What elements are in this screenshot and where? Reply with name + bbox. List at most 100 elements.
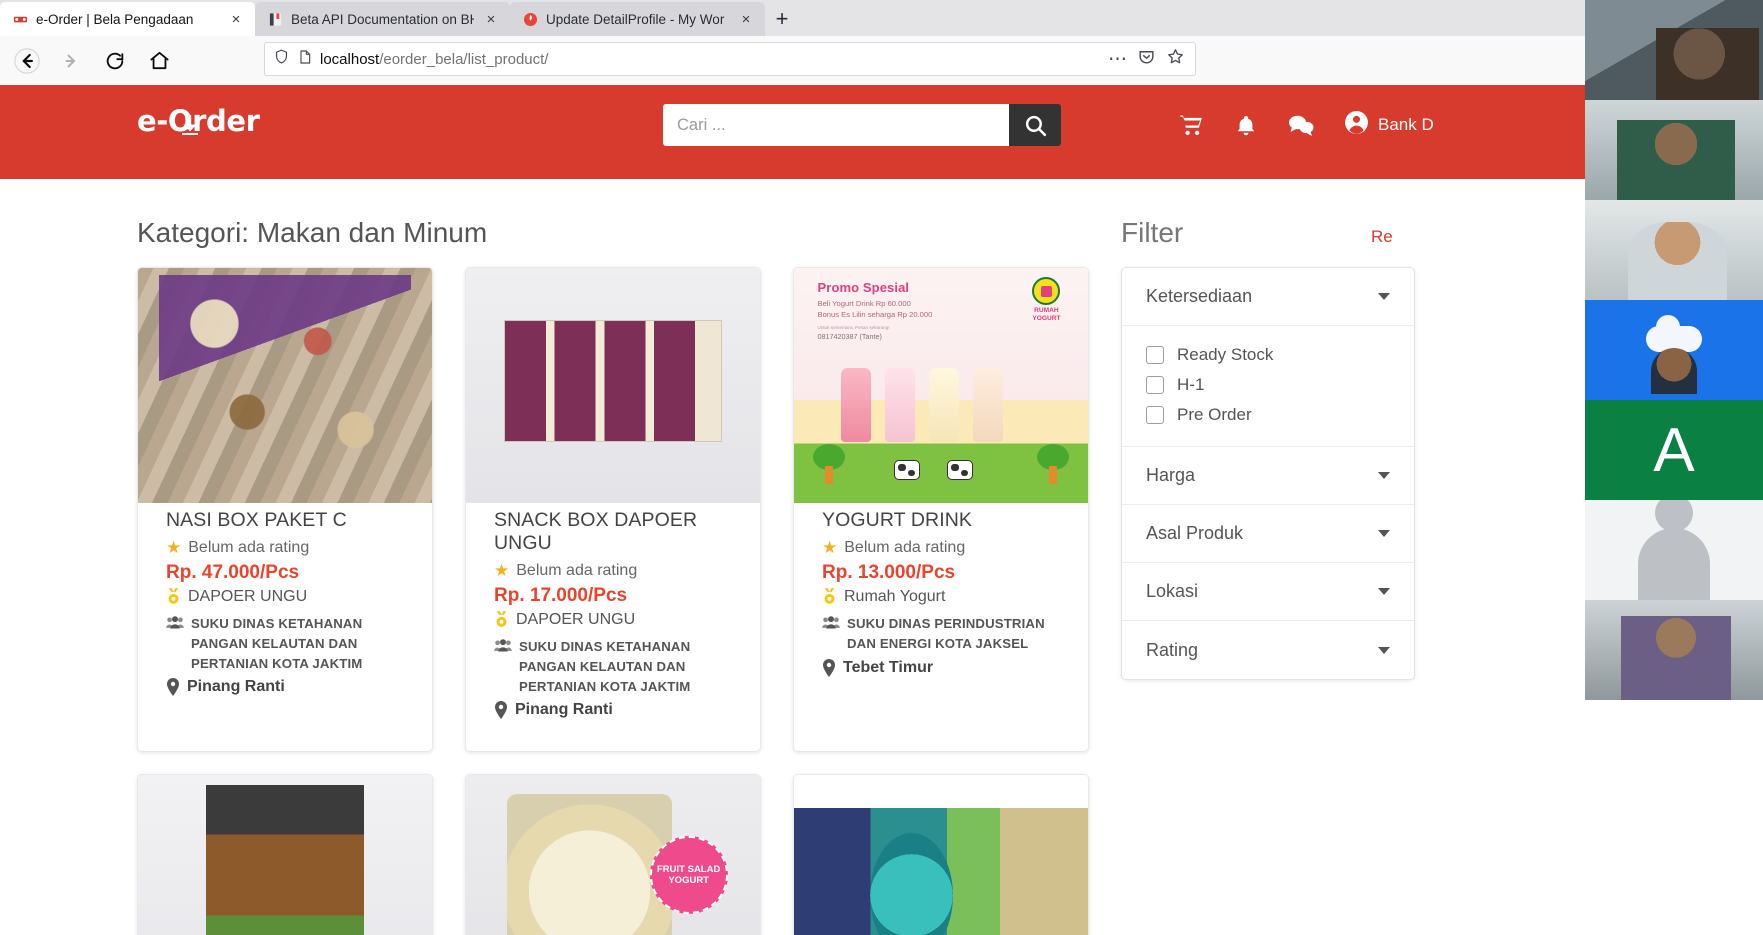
medal-icon [494,611,509,632]
browser-tab-3[interactable]: Update DetailProfile - My Wor × [510,2,765,36]
filter-section-rating[interactable]: Rating [1122,621,1414,679]
browser-tab-1-title: e-Order | Bela Pengadaan [36,11,194,27]
product-location: Tebet Timur [843,658,934,676]
star-icon: ★ [822,538,838,557]
browser-tab-1[interactable]: e-Order | Bela Pengadaan × [0,2,255,36]
filter-option-pre-order[interactable]: Pre Order [1122,400,1414,430]
video-participant-tile[interactable] [1585,0,1763,100]
product-card[interactable]: Promo Spesial Beli Yogurt Drink Rp 60.00… [793,267,1089,753]
video-participant-tile[interactable] [1585,200,1763,300]
pocket-icon[interactable] [1137,47,1156,71]
fruit-salad-badge: FRUIT SALAD YOGURT [649,836,728,915]
filter-section-harga[interactable]: Harga [1122,447,1414,505]
filter-option-h-1[interactable]: H-1 [1122,370,1414,400]
cart-icon[interactable] [1178,112,1205,139]
product-card[interactable]: NASI BOX PAKET C ★ Belum ada rating Rp. … [137,267,433,753]
page-actions-icon[interactable]: ⋯ [1108,50,1127,69]
filter-section-asal-produk[interactable]: Asal Produk [1122,505,1414,563]
video-call-overlay[interactable]: A [1585,0,1763,700]
checkbox[interactable] [1146,406,1164,424]
video-participant-tile[interactable] [1585,100,1763,200]
url-bar[interactable]: localhost/eorder_bela/list_product/ ⋯ [264,42,1196,76]
tab-strip: e-Order | Bela Pengadaan × Beta API Docu… [0,0,1763,36]
group-icon [822,616,840,634]
filter-options-ketersediaan: Ready Stock H-1 Pre Order [1122,326,1414,447]
star-icon: ★ [494,561,510,580]
filter-section-label: Lokasi [1146,581,1199,601]
promo-note: Untuk sementara, Pesan sekarang! [817,324,890,330]
url-path: /eorder_bela/list_product/ [379,50,549,68]
group-icon [166,616,184,634]
chat-icon[interactable] [1287,112,1315,138]
promo-phone: 0817420387 (Tante) [817,332,882,342]
product-name: YOGURT DRINK [822,509,973,531]
home-button[interactable] [137,39,181,83]
product-image [138,268,432,503]
chevron-down-icon [1378,588,1390,595]
product-price: Rp. 17.000/Pcs [494,585,628,606]
url-text: localhost/eorder_bela/list_product/ [320,51,548,68]
checkbox[interactable] [1146,346,1164,364]
rumah-yogurt-logo: RUMAH YOGURT [1025,277,1067,322]
video-participant-tile[interactable]: A [1585,400,1763,500]
shield-icon[interactable] [273,48,290,70]
page-content: Kategori: Makan dan Minum Filter Re NASI… [0,179,1763,935]
header-actions: Bank D [1178,110,1434,140]
filter-option-ready-stock[interactable]: Ready Stock [1122,340,1414,370]
logo-line-1: RUMAH [1034,307,1059,315]
product-price: Rp. 47.000/Pcs [166,562,300,583]
download-arrow-icon [182,115,198,135]
new-tab-button[interactable]: + [765,2,799,36]
product-vendor: DAPOER UNGU [516,611,636,628]
back-button[interactable] [5,39,49,83]
browser-tab-2-close-icon[interactable]: × [482,10,500,28]
forward-button[interactable] [49,39,93,83]
site-logo[interactable]: e-Order [137,104,260,138]
video-participant-tile[interactable] [1585,600,1763,700]
product-agency: SUKU DINAS KETAHANAN PANGAN KELAUTAN DAN… [191,616,363,671]
product-card[interactable]: SNACK BOX DAPOER UNGU ★ Belum ada rating… [465,267,761,753]
filter-option-label: H-1 [1177,375,1205,394]
filter-option-label: Pre Order [1177,405,1252,424]
product-vendor: DAPOER UNGU [188,588,308,605]
filter-option-label: Ready Stock [1177,345,1274,364]
nasi-box-photo [138,268,432,503]
filter-section-label: Rating [1146,639,1199,660]
group-icon [494,639,512,657]
product-card[interactable] [137,774,433,935]
browser-tab-1-close-icon[interactable]: × [227,10,245,28]
product-location: Pinang Ranti [187,678,285,696]
product-agency: SUKU DINAS PERINDUSTRIAN DAN ENERGI KOTA… [847,616,1045,651]
url-host: localhost [320,50,380,68]
reset-filter-link[interactable]: Re [1371,227,1393,247]
filter-section-ketersediaan[interactable]: Ketersediaan [1122,268,1414,326]
product-image: FRUIT SALAD YOGURT [466,775,760,935]
product-card[interactable]: FRUIT SALAD YOGURT [465,774,761,935]
video-participant-tile[interactable] [1585,500,1763,600]
star-icon[interactable] [1166,47,1185,71]
avatar [1638,528,1710,600]
search-button[interactable] [1009,104,1061,146]
user-menu[interactable]: Bank D [1344,110,1434,140]
gitlab-favicon [522,11,538,27]
filter-section-lokasi[interactable]: Lokasi [1122,563,1414,621]
browser-tab-3-close-icon[interactable]: × [737,10,755,28]
browser-tab-3-title: Update DetailProfile - My Wor [546,11,725,27]
badge-line-2: YOGURT [668,875,709,887]
avatar-icon [1344,110,1369,140]
book-favicon [267,11,283,27]
product-name: NASI BOX PAKET C [166,509,347,531]
page-title: Kategori: Makan dan Minum [137,217,488,248]
product-rating: Belum ada rating [844,539,966,556]
page-icon [297,49,313,70]
bell-icon[interactable] [1234,113,1258,138]
browser-tab-2[interactable]: Beta API Documentation on BH × [255,2,510,36]
reload-button[interactable] [93,39,137,83]
search-input[interactable]: Cari ... [663,104,1009,146]
filter-section-label: Harga [1146,465,1196,485]
product-image [466,268,760,503]
medal-icon [166,588,181,609]
video-participant-tile[interactable] [1585,300,1763,400]
product-card[interactable] [793,774,1089,935]
checkbox[interactable] [1146,376,1164,394]
